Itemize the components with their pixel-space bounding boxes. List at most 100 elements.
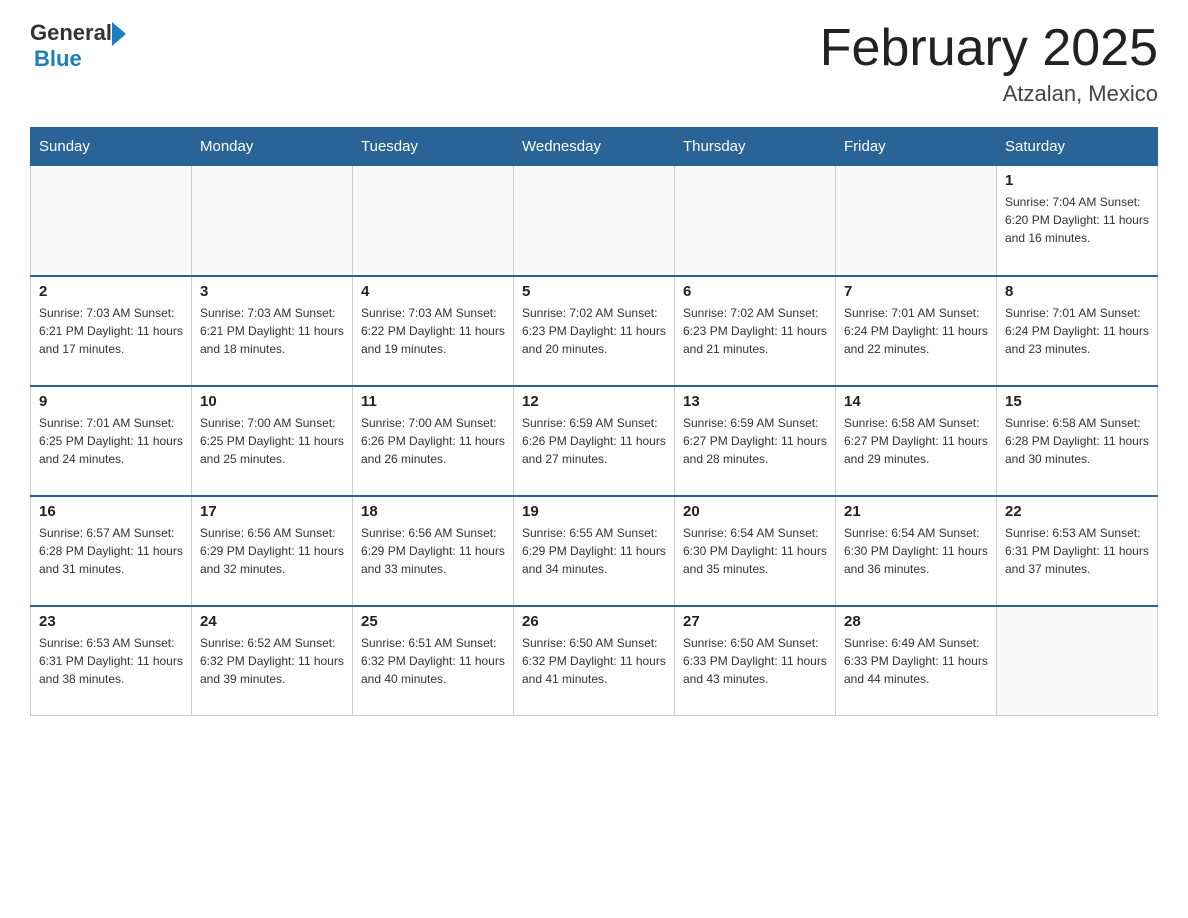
day-number: 5 [522, 283, 666, 300]
calendar-cell: 8 Sunrise: 7:01 AM Sunset: 6:24 PM Daylig… [997, 276, 1158, 386]
day-number: 28 [844, 613, 988, 630]
day-number: 27 [683, 613, 827, 630]
calendar-cell: 6 Sunrise: 7:02 AM Sunset: 6:23 PM Daylig… [675, 276, 836, 386]
day-number: 13 [683, 393, 827, 410]
day-number: 6 [683, 283, 827, 300]
column-header-saturday: Saturday [997, 128, 1158, 166]
day-info: Sunrise: 7:00 AM Sunset: 6:26 PM Dayligh… [361, 414, 505, 468]
day-number: 9 [39, 393, 183, 410]
day-info: Sunrise: 7:01 AM Sunset: 6:24 PM Dayligh… [844, 304, 988, 358]
calendar-cell [353, 166, 514, 276]
day-info: Sunrise: 7:02 AM Sunset: 6:23 PM Dayligh… [683, 304, 827, 358]
day-number: 20 [683, 503, 827, 520]
calendar-cell: 22 Sunrise: 6:53 AM Sunset: 6:31 PM Dayli… [997, 496, 1158, 606]
calendar-cell: 10 Sunrise: 7:00 AM Sunset: 6:25 PM Dayli… [192, 386, 353, 496]
calendar-cell [997, 606, 1158, 716]
calendar-cell [514, 166, 675, 276]
day-info: Sunrise: 6:58 AM Sunset: 6:27 PM Dayligh… [844, 414, 988, 468]
day-info: Sunrise: 7:02 AM Sunset: 6:23 PM Dayligh… [522, 304, 666, 358]
calendar-cell: 25 Sunrise: 6:51 AM Sunset: 6:32 PM Dayli… [353, 606, 514, 716]
day-number: 21 [844, 503, 988, 520]
calendar-cell: 11 Sunrise: 7:00 AM Sunset: 6:26 PM Dayli… [353, 386, 514, 496]
day-info: Sunrise: 6:59 AM Sunset: 6:27 PM Dayligh… [683, 414, 827, 468]
day-number: 16 [39, 503, 183, 520]
calendar-cell [192, 166, 353, 276]
calendar-cell [31, 166, 192, 276]
day-number: 19 [522, 503, 666, 520]
day-number: 24 [200, 613, 344, 630]
calendar-cell: 3 Sunrise: 7:03 AM Sunset: 6:21 PM Daylig… [192, 276, 353, 386]
column-header-monday: Monday [192, 128, 353, 166]
day-info: Sunrise: 6:53 AM Sunset: 6:31 PM Dayligh… [39, 634, 183, 688]
calendar-cell: 17Sunrise: 6:56 AM Sunset: 6:29 PM Dayli… [192, 496, 353, 606]
calendar-cell: 16 Sunrise: 6:57 AM Sunset: 6:28 PM Dayli… [31, 496, 192, 606]
day-number: 17 [200, 503, 344, 520]
logo-arrow-icon [112, 22, 126, 46]
title-section: February 2025 Atzalan, Mexico [820, 20, 1158, 107]
calendar-week-row: 1 Sunrise: 7:04 AM Sunset: 6:20 PM Daylig… [31, 166, 1158, 276]
column-header-wednesday: Wednesday [514, 128, 675, 166]
day-info: Sunrise: 7:03 AM Sunset: 6:21 PM Dayligh… [200, 304, 344, 358]
calendar-cell: 13 Sunrise: 6:59 AM Sunset: 6:27 PM Dayli… [675, 386, 836, 496]
day-number: 25 [361, 613, 505, 630]
day-info: Sunrise: 6:50 AM Sunset: 6:32 PM Dayligh… [522, 634, 666, 688]
calendar-week-row: 16 Sunrise: 6:57 AM Sunset: 6:28 PM Dayli… [31, 496, 1158, 606]
column-header-friday: Friday [836, 128, 997, 166]
day-number: 23 [39, 613, 183, 630]
logo: General Blue [30, 20, 126, 72]
day-info: Sunrise: 6:49 AM Sunset: 6:33 PM Dayligh… [844, 634, 988, 688]
calendar-cell: 12Sunrise: 6:59 AM Sunset: 6:26 PM Dayli… [514, 386, 675, 496]
calendar-cell: 18Sunrise: 6:56 AM Sunset: 6:29 PM Dayli… [353, 496, 514, 606]
day-number: 8 [1005, 283, 1149, 300]
calendar-cell: 4 Sunrise: 7:03 AM Sunset: 6:22 PM Daylig… [353, 276, 514, 386]
calendar-header-row: SundayMondayTuesdayWednesdayThursdayFrid… [31, 128, 1158, 166]
calendar-cell [675, 166, 836, 276]
calendar-cell: 28 Sunrise: 6:49 AM Sunset: 6:33 PM Dayli… [836, 606, 997, 716]
day-number: 26 [522, 613, 666, 630]
day-info: Sunrise: 7:01 AM Sunset: 6:24 PM Dayligh… [1005, 304, 1149, 358]
day-info: Sunrise: 7:03 AM Sunset: 6:21 PM Dayligh… [39, 304, 183, 358]
day-number: 2 [39, 283, 183, 300]
calendar-cell: 2 Sunrise: 7:03 AM Sunset: 6:21 PM Daylig… [31, 276, 192, 386]
logo-blue-text: Blue [34, 46, 126, 72]
day-number: 22 [1005, 503, 1149, 520]
day-info: Sunrise: 6:58 AM Sunset: 6:28 PM Dayligh… [1005, 414, 1149, 468]
calendar-cell: 7 Sunrise: 7:01 AM Sunset: 6:24 PM Daylig… [836, 276, 997, 386]
day-info: Sunrise: 7:00 AM Sunset: 6:25 PM Dayligh… [200, 414, 344, 468]
day-number: 7 [844, 283, 988, 300]
calendar-cell: 23 Sunrise: 6:53 AM Sunset: 6:31 PM Dayli… [31, 606, 192, 716]
calendar-cell: 27Sunrise: 6:50 AM Sunset: 6:33 PM Dayli… [675, 606, 836, 716]
calendar-cell: 26 Sunrise: 6:50 AM Sunset: 6:32 PM Dayli… [514, 606, 675, 716]
day-info: Sunrise: 6:57 AM Sunset: 6:28 PM Dayligh… [39, 524, 183, 578]
day-number: 4 [361, 283, 505, 300]
day-info: Sunrise: 6:51 AM Sunset: 6:32 PM Dayligh… [361, 634, 505, 688]
month-title: February 2025 [820, 20, 1158, 77]
day-info: Sunrise: 7:01 AM Sunset: 6:25 PM Dayligh… [39, 414, 183, 468]
day-number: 14 [844, 393, 988, 410]
location-title: Atzalan, Mexico [820, 81, 1158, 107]
calendar-cell: 24Sunrise: 6:52 AM Sunset: 6:32 PM Dayli… [192, 606, 353, 716]
day-info: Sunrise: 6:56 AM Sunset: 6:29 PM Dayligh… [361, 524, 505, 578]
day-info: Sunrise: 6:54 AM Sunset: 6:30 PM Dayligh… [844, 524, 988, 578]
column-header-tuesday: Tuesday [353, 128, 514, 166]
day-info: Sunrise: 6:59 AM Sunset: 6:26 PM Dayligh… [522, 414, 666, 468]
calendar-week-row: 9 Sunrise: 7:01 AM Sunset: 6:25 PM Daylig… [31, 386, 1158, 496]
day-info: Sunrise: 7:04 AM Sunset: 6:20 PM Dayligh… [1005, 193, 1149, 247]
day-info: Sunrise: 7:03 AM Sunset: 6:22 PM Dayligh… [361, 304, 505, 358]
day-number: 11 [361, 393, 505, 410]
day-info: Sunrise: 6:55 AM Sunset: 6:29 PM Dayligh… [522, 524, 666, 578]
calendar-cell: 14 Sunrise: 6:58 AM Sunset: 6:27 PM Dayli… [836, 386, 997, 496]
calendar-week-row: 2 Sunrise: 7:03 AM Sunset: 6:21 PM Daylig… [31, 276, 1158, 386]
calendar-cell: 9 Sunrise: 7:01 AM Sunset: 6:25 PM Daylig… [31, 386, 192, 496]
day-info: Sunrise: 6:54 AM Sunset: 6:30 PM Dayligh… [683, 524, 827, 578]
calendar-cell: 19 Sunrise: 6:55 AM Sunset: 6:29 PM Dayli… [514, 496, 675, 606]
calendar-cell: 20 Sunrise: 6:54 AM Sunset: 6:30 PM Dayli… [675, 496, 836, 606]
day-info: Sunrise: 6:53 AM Sunset: 6:31 PM Dayligh… [1005, 524, 1149, 578]
calendar-cell: 5 Sunrise: 7:02 AM Sunset: 6:23 PM Daylig… [514, 276, 675, 386]
column-header-thursday: Thursday [675, 128, 836, 166]
day-number: 1 [1005, 172, 1149, 189]
calendar-cell: 21 Sunrise: 6:54 AM Sunset: 6:30 PM Dayli… [836, 496, 997, 606]
calendar-week-row: 23 Sunrise: 6:53 AM Sunset: 6:31 PM Dayli… [31, 606, 1158, 716]
day-number: 3 [200, 283, 344, 300]
day-number: 10 [200, 393, 344, 410]
